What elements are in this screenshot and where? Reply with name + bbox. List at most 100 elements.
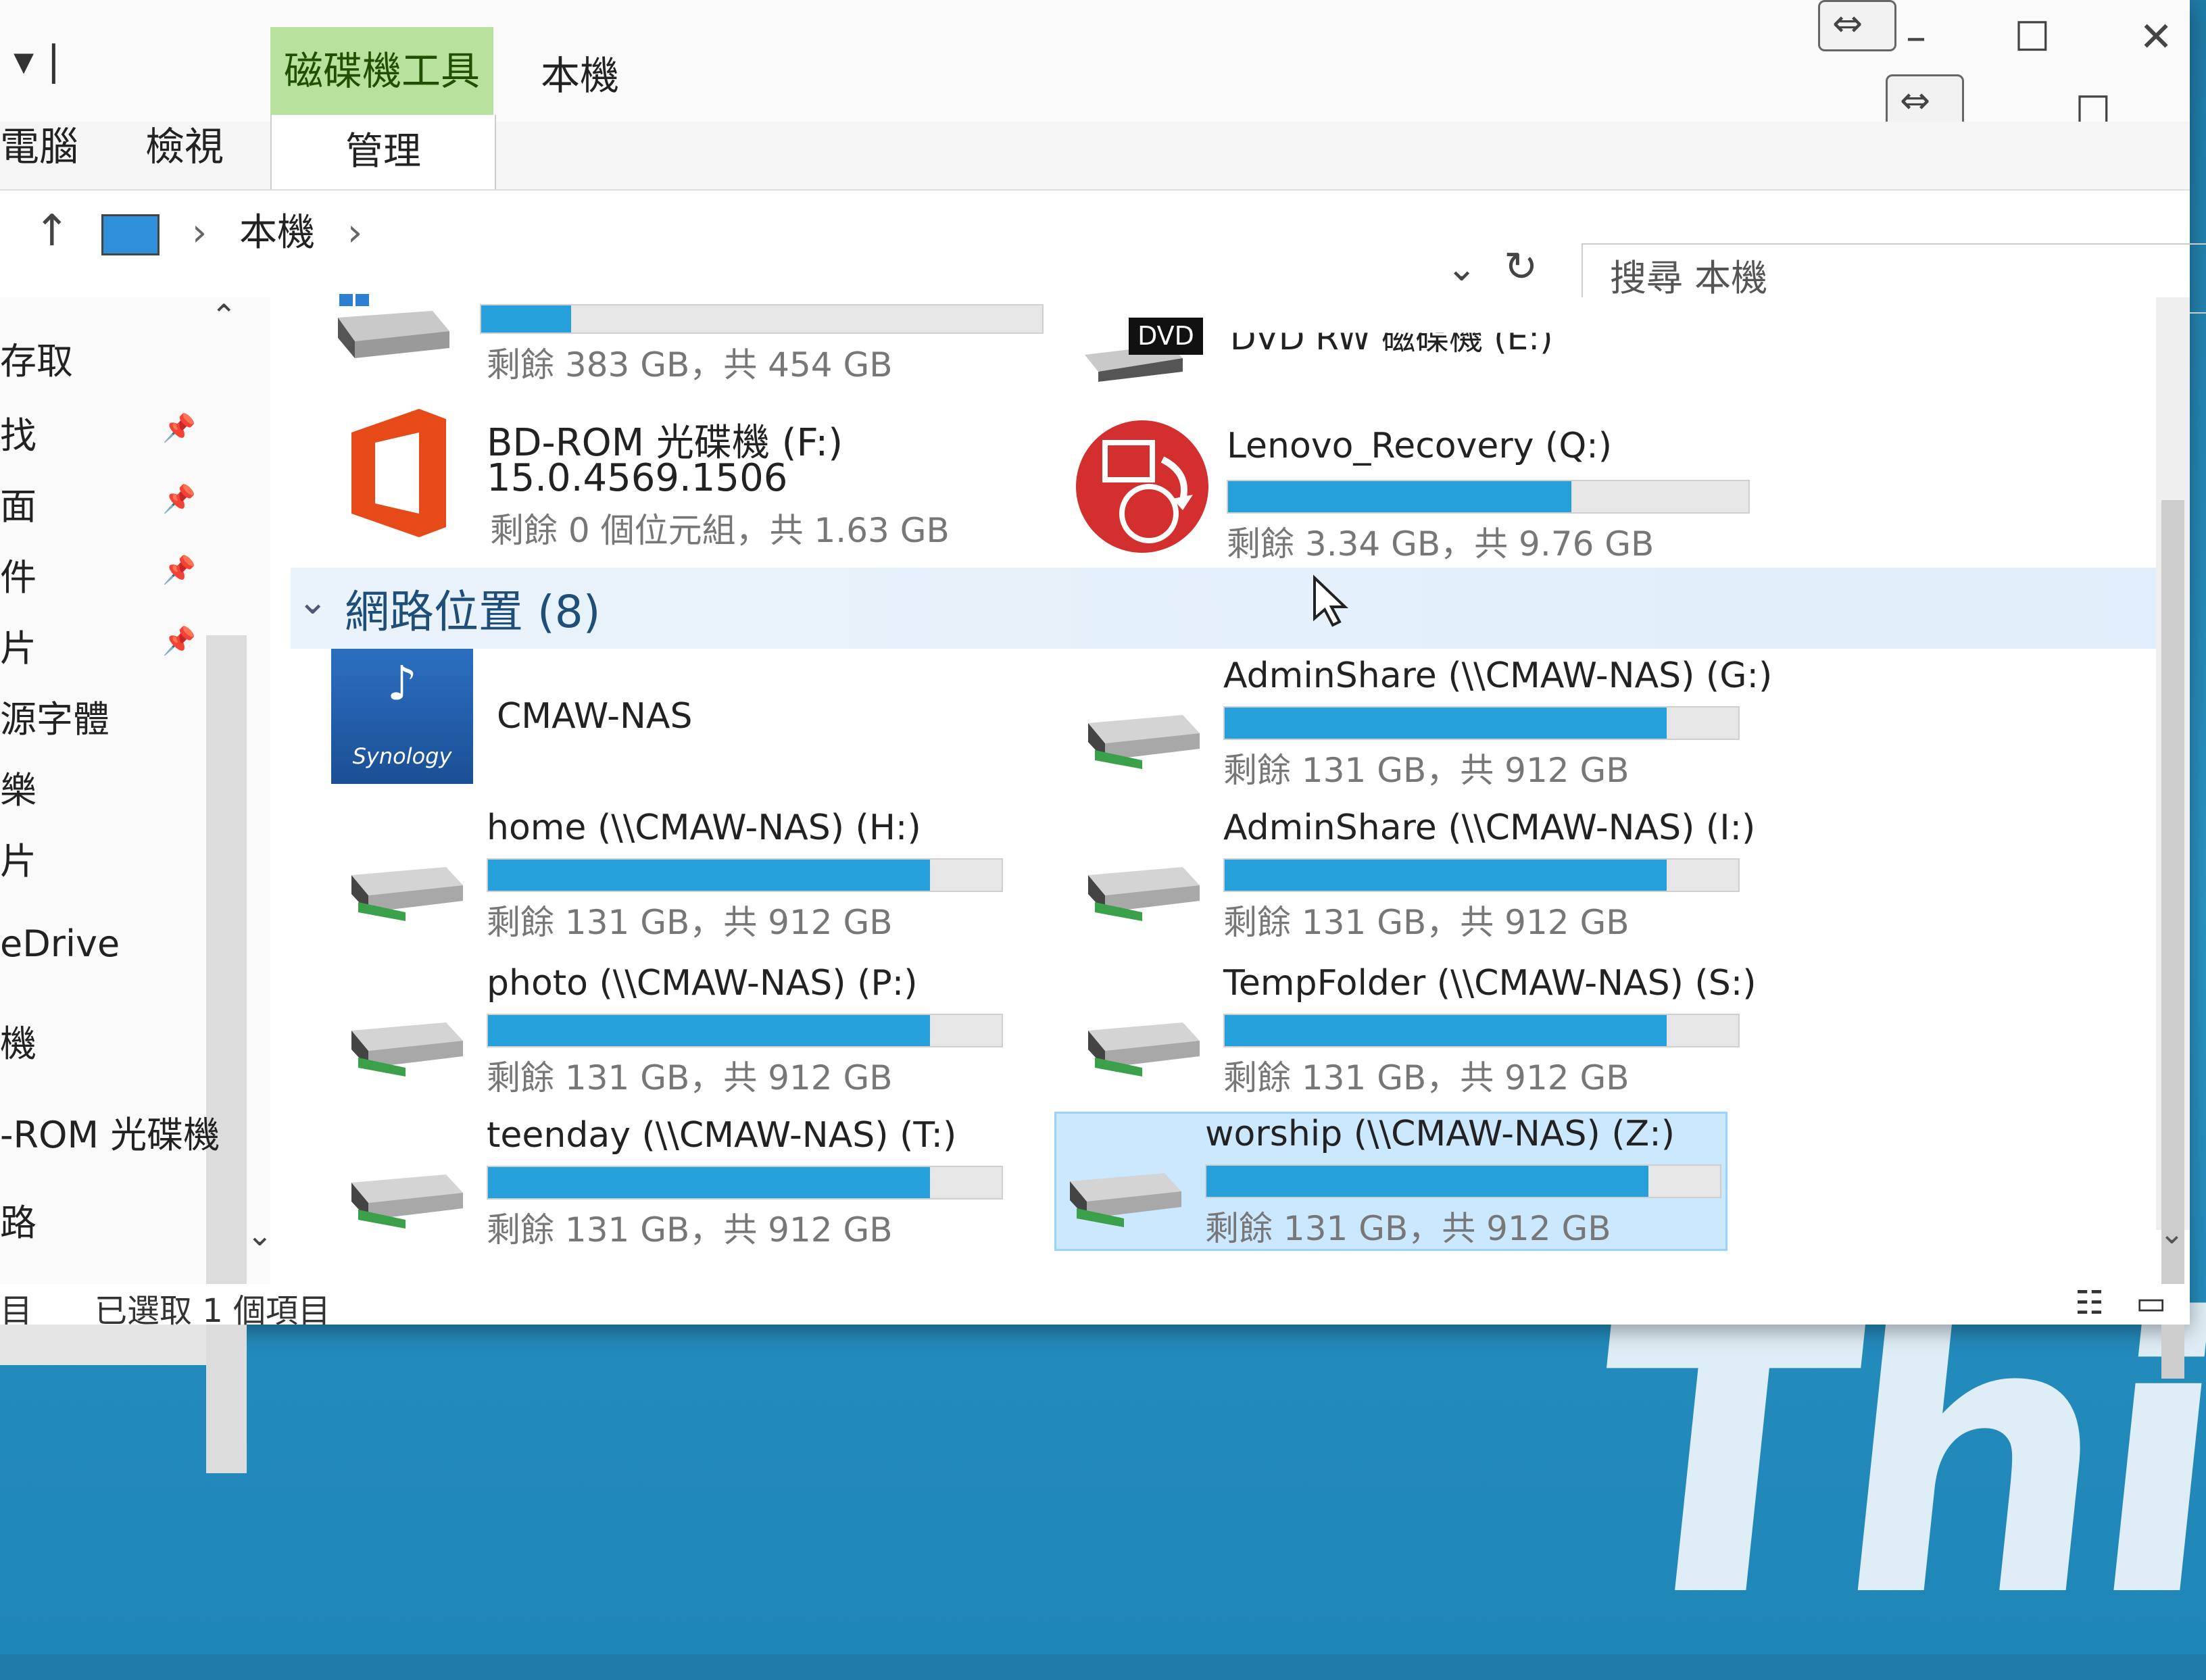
synology-nas-icon: ♪ Synology	[331, 649, 473, 784]
drive-usage-fill	[1225, 1015, 1667, 1046]
status-item-count: 目	[0, 1292, 33, 1330]
nav-item-network[interactable]: 路	[0, 1193, 36, 1246]
breadcrumb-separator-icon: ›	[347, 211, 363, 255]
computer-icon	[101, 214, 160, 256]
network-drive-icon	[351, 867, 463, 921]
mouse-cursor-icon	[1313, 574, 1348, 627]
drive-usage-bar	[487, 1014, 1003, 1047]
network-drive-name: home (\\CMAW-NAS) (H:)	[487, 808, 921, 848]
nav-item-3[interactable]: 件	[0, 547, 36, 601]
network-drive-icon	[1088, 867, 1200, 921]
title-bar: ▾ | 磁碟機工具 本機 ⇔ ⇔ – ☐ ✕ ☐	[0, 0, 2190, 135]
resize-arrows-icon: ⇔	[1900, 79, 1931, 122]
drive-usage-bar	[480, 304, 1044, 334]
drive-usage-bar	[1223, 1014, 1740, 1047]
breadcrumb-this-pc[interactable]: 本機	[239, 211, 315, 255]
up-arrow-icon[interactable]: ↑	[34, 206, 70, 256]
drive-usage-fill	[488, 1167, 930, 1198]
nav-item-5[interactable]: 源字體	[0, 689, 109, 743]
drive-free-space: 剩餘 383 GB，共 454 GB	[487, 345, 893, 385]
drive-free-space: 剩餘 131 GB，共 912 GB	[487, 903, 893, 942]
drive-free-space: 剩餘 131 GB，共 912 GB	[1205, 1209, 1611, 1248]
pin-icon: 📌	[162, 626, 196, 657]
minimize-icon[interactable]: –	[1906, 14, 1926, 61]
wallpaper-think-text: Think	[1571, 1239, 2206, 1680]
network-location-name: CMAW-NAS	[497, 696, 693, 737]
drive-free-space: 剩餘 131 GB，共 912 GB	[487, 1058, 893, 1097]
drive-tools-context-tab[interactable]: 磁碟機工具	[270, 27, 493, 115]
nav-item-this-pc[interactable]: 機	[0, 1014, 36, 1067]
drive-free-space: 剩餘 131 GB，共 912 GB	[1223, 903, 1629, 942]
network-drive-icon	[1088, 715, 1200, 769]
breadcrumb-separator-icon: ›	[191, 211, 207, 255]
drive-version: 15.0.4569.1506	[487, 456, 788, 500]
drive-free-space: 剩餘 3.34 GB，共 9.76 GB	[1227, 524, 1654, 564]
drive-usage-fill	[488, 860, 930, 891]
office-icon	[351, 409, 446, 537]
drive-usage-fill	[1206, 1166, 1648, 1197]
file-explorer-window: ▾ | 磁碟機工具 本機 ⇔ ⇔ – ☐ ✕ ☐ 電腦 檢視 ⌄ 管理 ↑ ⌄ …	[0, 0, 2206, 1473]
details-view-icon[interactable]: ☷	[2075, 1284, 2104, 1322]
resize-arrows-icon: ⇔	[1832, 2, 1863, 45]
lenovo-recovery-icon	[1076, 420, 1208, 553]
drive-free-space: 剩餘 131 GB，共 912 GB	[1223, 1058, 1629, 1097]
pin-icon: 📌	[162, 413, 196, 444]
dvd-badge: DVD	[1129, 318, 1203, 355]
network-drive-name: teenday (\\CMAW-NAS) (T:)	[487, 1115, 957, 1156]
address-path[interactable]: › 本機 ›	[101, 203, 1521, 264]
nav-item-4[interactable]: 片	[0, 618, 36, 672]
nav-item-quick-access[interactable]: 存取	[0, 331, 73, 385]
pin-icon: 📌	[162, 555, 196, 586]
drive-name: Lenovo_Recovery (Q:)	[1227, 426, 1613, 466]
window-title: 本機	[541, 53, 620, 99]
scroll-up-icon[interactable]: ⌃	[211, 297, 237, 334]
scroll-down-icon[interactable]: ⌄	[2159, 1216, 2184, 1251]
pin-icon: 📌	[162, 484, 196, 515]
network-drive-name: AdminShare (\\CMAW-NAS) (I:)	[1223, 808, 1756, 848]
nav-item-7[interactable]: 片	[0, 831, 36, 885]
tab-computer[interactable]: 電腦	[0, 115, 78, 172]
drive-usage-fill	[488, 1015, 930, 1046]
maximize-icon[interactable]: ☐	[2014, 14, 2051, 61]
drive-usage-fill	[1225, 708, 1667, 739]
network-drive-icon	[351, 1175, 463, 1229]
hard-drive-icon	[338, 294, 449, 358]
synology-label: Synology	[352, 743, 452, 769]
network-drive-icon	[351, 1022, 463, 1077]
drive-usage-fill	[1225, 860, 1667, 891]
drive-free-space: 剩餘 131 GB，共 912 GB	[1223, 751, 1629, 790]
network-drive-name: worship (\\CMAW-NAS) (Z:)	[1205, 1114, 1675, 1154]
restore-snap-button[interactable]: ⇔	[1818, 0, 1896, 51]
close-icon[interactable]: ✕	[2139, 14, 2173, 61]
tab-view[interactable]: 檢視	[145, 115, 224, 172]
content-scrollbar[interactable]	[2156, 297, 2190, 1379]
drive-free-space: 剩餘 131 GB，共 912 GB	[487, 1210, 893, 1250]
tab-manage[interactable]: 管理	[270, 115, 496, 189]
nav-item-2[interactable]: 面	[0, 476, 36, 530]
drive-usage-bar	[1223, 858, 1740, 892]
drive-usage-bar	[1227, 480, 1750, 514]
tiles-view-icon[interactable]: ▭	[2136, 1284, 2166, 1322]
network-drive-icon	[1070, 1173, 1181, 1227]
drive-usage-bar	[487, 858, 1003, 892]
nav-scrollbar[interactable]	[206, 635, 247, 1473]
quick-access-toolbar[interactable]: ▾ |	[14, 37, 60, 84]
network-drive-name: photo (\\CMAW-NAS) (P:)	[487, 963, 918, 1004]
nav-item-1[interactable]: 找	[0, 405, 36, 459]
nav-item-onedrive[interactable]: eDrive	[0, 922, 120, 965]
network-drive-tile[interactable]: worship (\\CMAW-NAS) (Z:) 剩餘 131 GB，共 912…	[1054, 1112, 1727, 1251]
drive-usage-bar	[1223, 706, 1740, 740]
music-note-icon: ♪	[387, 656, 418, 711]
network-drive-icon	[1088, 1022, 1200, 1077]
collapse-chevron-icon[interactable]: ⌄	[297, 580, 328, 622]
drive-free-space: 剩餘 0 個位元組，共 1.63 GB	[490, 511, 950, 550]
scroll-down-icon[interactable]: ⌄	[247, 1216, 273, 1253]
drive-usage-fill	[481, 305, 571, 332]
network-drive-name: TempFolder (\\CMAW-NAS) (S:)	[1223, 963, 1757, 1004]
drive-usage-fill	[1228, 481, 1572, 512]
network-drive-name: AdminShare (\\CMAW-NAS) (G:)	[1223, 656, 1773, 696]
drive-usage-bar	[1205, 1164, 1721, 1198]
network-locations-group-header[interactable]: ⌄ 網路位置 (8)	[291, 568, 2183, 649]
nav-item-6[interactable]: 樂	[0, 760, 36, 814]
nav-item-bd-rom[interactable]: -ROM 光碟機	[0, 1105, 220, 1158]
